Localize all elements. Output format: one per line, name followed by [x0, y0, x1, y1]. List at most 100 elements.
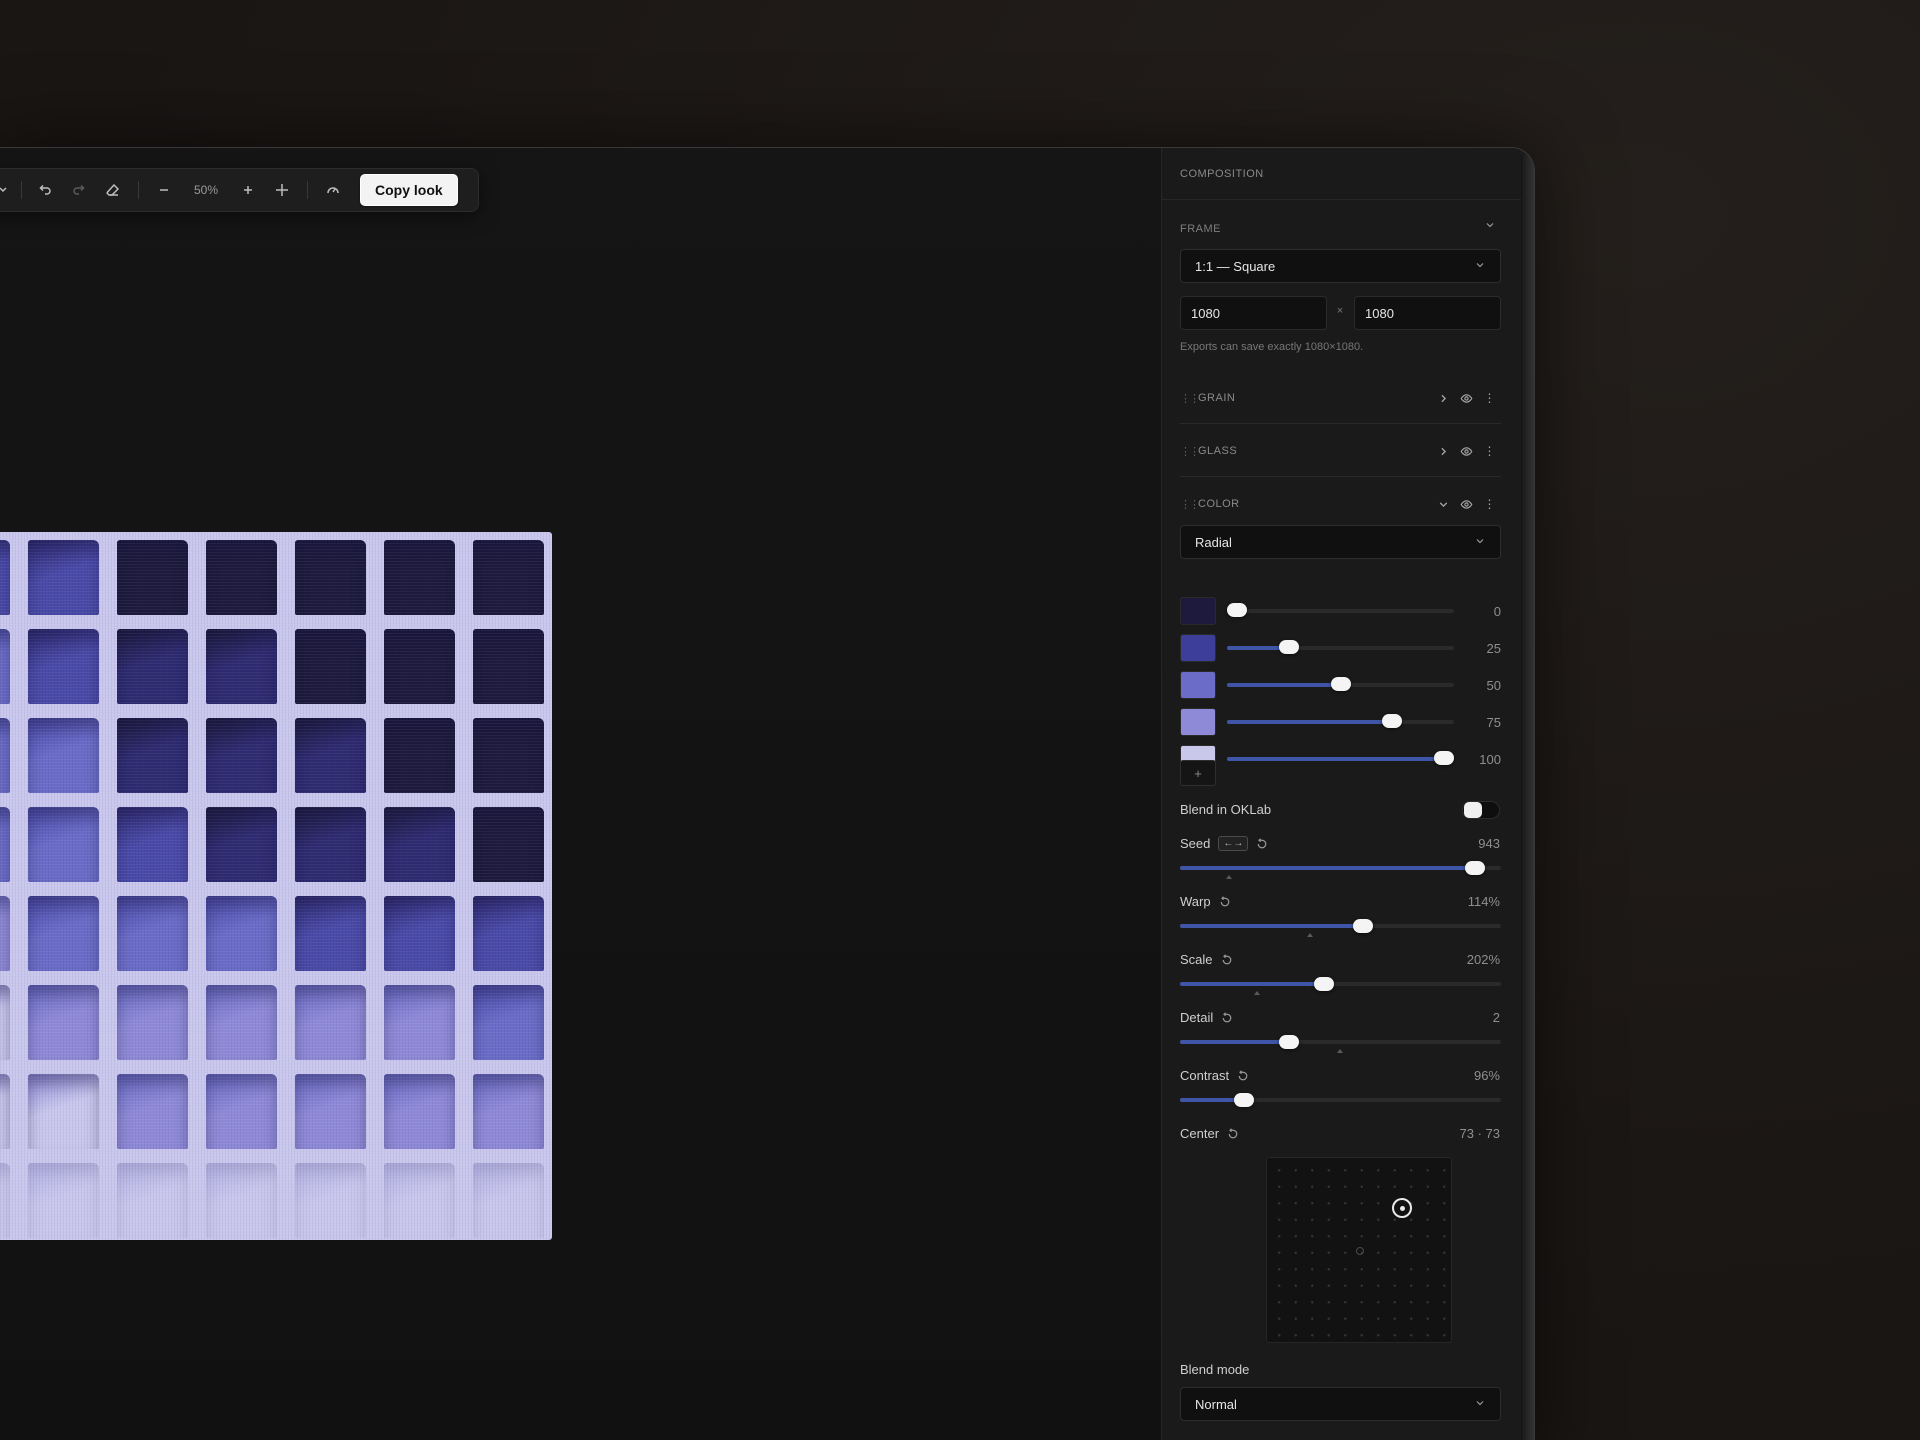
chevron-down-icon[interactable]	[1484, 219, 1496, 234]
gradient-stop-row[interactable]: 100	[1180, 745, 1501, 773]
drag-handle-icon[interactable]: ⋮⋮	[1180, 498, 1200, 511]
blend-oklab-toggle[interactable]	[1462, 801, 1500, 819]
gradient-mode-select[interactable]: Radial	[1180, 525, 1501, 559]
chevron-down-icon[interactable]	[1432, 498, 1455, 511]
detail-slider[interactable]	[1180, 1035, 1501, 1053]
scale-slider[interactable]	[1180, 977, 1501, 995]
contrast-slider[interactable]	[1180, 1093, 1501, 1107]
glass-tile	[28, 807, 99, 882]
reset-icon[interactable]	[1227, 1127, 1239, 1140]
artwork-preview[interactable]	[0, 532, 552, 1240]
inspector-panel: COMPOSITION FRAME 1:1 — Square 1080 × 10…	[1161, 148, 1521, 1440]
frame-width-input[interactable]: 1080	[1180, 296, 1327, 330]
slider-thumb[interactable]	[1227, 603, 1247, 617]
frame-preset-select[interactable]: 1:1 — Square	[1180, 249, 1501, 283]
scale-label: Scale	[1180, 952, 1233, 967]
center-xy-pad[interactable]	[1266, 1157, 1452, 1343]
stop-position-slider[interactable]	[1227, 640, 1454, 654]
reset-icon[interactable]	[1221, 1011, 1233, 1024]
pad-origin-marker	[1356, 1247, 1364, 1255]
add-stop-button[interactable]: +	[1180, 760, 1216, 786]
gradient-stop-row[interactable]: 75	[1180, 708, 1501, 736]
glass-tile	[0, 629, 10, 704]
reset-icon[interactable]	[1219, 895, 1231, 908]
frame-height-input[interactable]: 1080	[1354, 296, 1501, 330]
eye-icon[interactable]	[1455, 445, 1478, 458]
glass-tile	[206, 629, 277, 704]
stop-color-swatch[interactable]	[1180, 671, 1216, 699]
slider-thumb[interactable]	[1314, 977, 1335, 991]
slider-thumb[interactable]	[1352, 919, 1373, 933]
glass-tile	[28, 985, 99, 1060]
blend-mode-text: Blend mode	[1180, 1362, 1250, 1377]
slider-thumb[interactable]	[1382, 714, 1403, 728]
chevron-down-icon[interactable]	[0, 173, 15, 207]
glass-tile	[117, 985, 188, 1060]
stop-color-swatch[interactable]	[1180, 597, 1216, 625]
eye-icon[interactable]	[1455, 392, 1478, 405]
chevron-down-icon	[1474, 1397, 1486, 1412]
glass-tile	[28, 1074, 99, 1149]
glass-tile	[117, 718, 188, 793]
more-vertical-icon[interactable]: ⋮	[1478, 497, 1501, 511]
slider-thumb[interactable]	[1278, 640, 1299, 654]
glass-tile	[473, 629, 544, 704]
stop-position-slider[interactable]	[1227, 603, 1454, 617]
stop-position-value: 25	[1486, 640, 1501, 656]
gauge-icon[interactable]	[316, 173, 350, 207]
stop-color-swatch[interactable]	[1180, 634, 1216, 662]
warp-slider[interactable]	[1180, 919, 1501, 937]
center-handle[interactable]	[1392, 1198, 1412, 1218]
crosshair-icon[interactable]	[265, 173, 299, 207]
layer-row-color[interactable]: ⋮⋮ COLOR ⋮	[1180, 494, 1501, 514]
gradient-stop-row[interactable]: 0	[1180, 597, 1501, 625]
detail-label: Detail	[1180, 1010, 1233, 1025]
glass-tile	[384, 629, 455, 704]
glass-tile	[295, 807, 366, 882]
scale-value: 202%	[1466, 952, 1500, 967]
reset-icon[interactable]	[1237, 1069, 1249, 1082]
glass-tile	[384, 718, 455, 793]
times-sign: ×	[1336, 305, 1344, 317]
undo-icon[interactable]	[28, 173, 62, 207]
stop-position-slider[interactable]	[1227, 714, 1454, 728]
stop-position-slider[interactable]	[1227, 677, 1454, 691]
slider-thumb[interactable]	[1330, 677, 1351, 691]
detail-text: Detail	[1180, 1010, 1214, 1025]
redo-icon[interactable]	[62, 173, 96, 207]
center-value: 73 · 73	[1459, 1126, 1500, 1141]
layer-row-glass[interactable]: ⋮⋮ GLASS ⋮	[1180, 441, 1501, 461]
eraser-icon[interactable]	[96, 173, 130, 207]
gradient-stop-row[interactable]: 50	[1180, 671, 1501, 699]
stop-color-swatch[interactable]	[1180, 708, 1216, 736]
glass-tile	[117, 629, 188, 704]
eye-icon[interactable]	[1455, 498, 1478, 511]
glass-tile	[206, 807, 277, 882]
seed-randomize-button[interactable]: ←→	[1218, 836, 1249, 851]
glass-tile	[28, 540, 99, 615]
default-marker	[1226, 875, 1232, 879]
slider-thumb[interactable]	[1465, 861, 1486, 875]
blend-mode-select[interactable]: Normal	[1180, 1387, 1501, 1421]
slider-thumb[interactable]	[1434, 751, 1454, 765]
gradient-stop-row[interactable]: 25	[1180, 634, 1501, 662]
chevron-down-icon	[1474, 535, 1486, 550]
reset-icon[interactable]	[1221, 953, 1233, 966]
more-vertical-icon[interactable]: ⋮	[1478, 391, 1501, 405]
chevron-right-icon[interactable]	[1432, 392, 1455, 405]
chevron-right-icon[interactable]	[1432, 445, 1455, 458]
more-vertical-icon[interactable]: ⋮	[1478, 444, 1501, 458]
stop-position-value: 75	[1486, 714, 1501, 730]
zoom-in-icon[interactable]	[231, 173, 265, 207]
drag-handle-icon[interactable]: ⋮⋮	[1180, 392, 1200, 405]
stop-position-slider[interactable]	[1227, 751, 1454, 765]
slider-thumb[interactable]	[1279, 1035, 1300, 1049]
copy-look-button[interactable]: Copy look	[360, 174, 458, 206]
blend-oklab-label: Blend in OKLab	[1180, 802, 1271, 817]
zoom-out-icon[interactable]	[147, 173, 181, 207]
drag-handle-icon[interactable]: ⋮⋮	[1180, 445, 1200, 458]
slider-thumb[interactable]	[1234, 1093, 1255, 1107]
reset-icon[interactable]	[1256, 837, 1268, 850]
seed-slider[interactable]	[1180, 861, 1501, 879]
layer-row-grain[interactable]: ⋮⋮ GRAIN ⋮	[1180, 388, 1501, 408]
